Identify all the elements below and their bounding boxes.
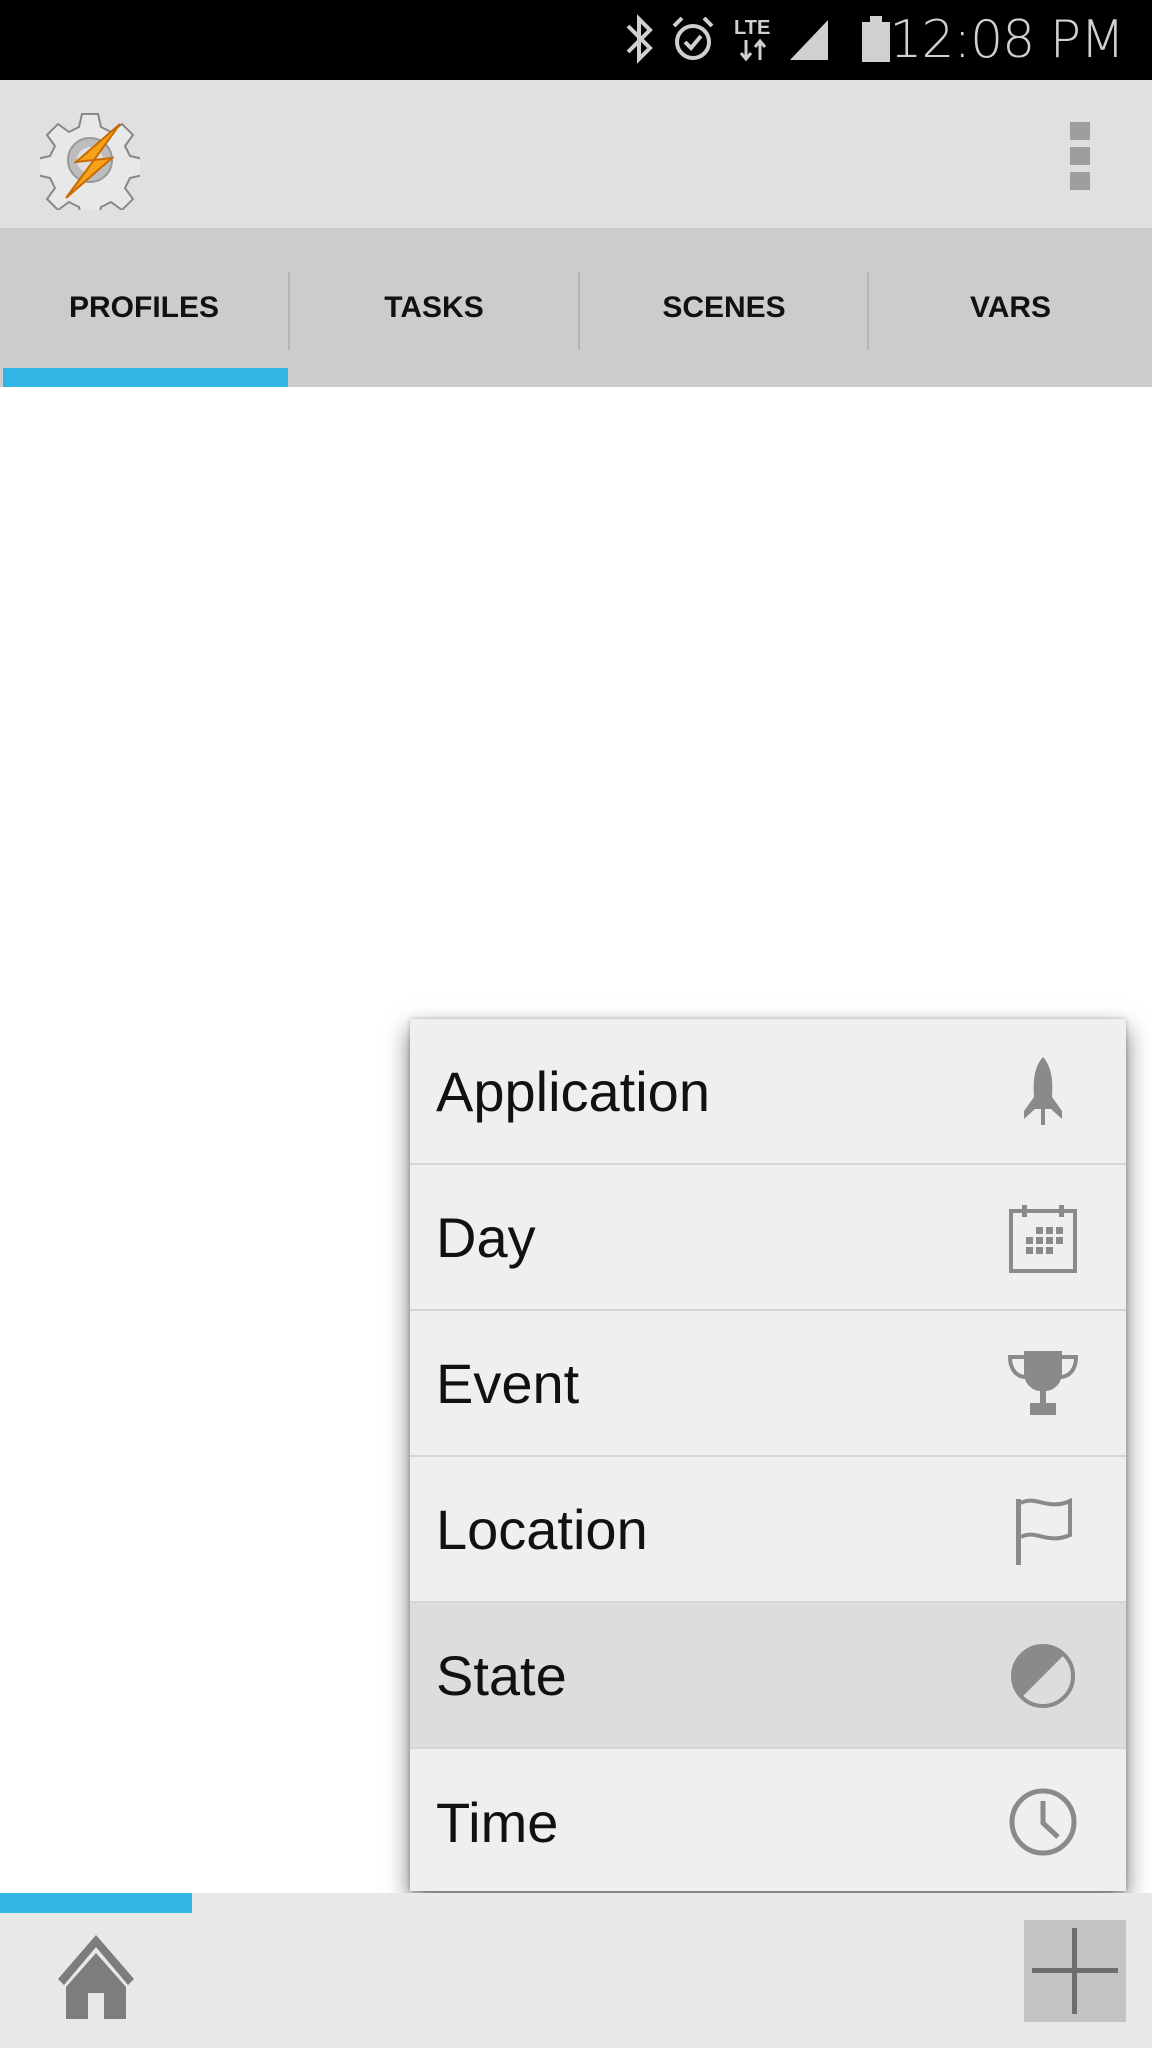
menu-item-time[interactable]: Time [410,1749,1126,1895]
menu-item-application[interactable]: Application [410,1019,1126,1165]
progress-indicator [0,1893,192,1913]
plus-icon [1032,1928,1118,2014]
tab-profiles[interactable]: PROFILES [0,228,288,387]
status-time: 12:08 PM [889,10,1125,70]
trophy-icon [1008,1351,1078,1415]
calendar-icon [1009,1205,1077,1273]
signal-icon [790,20,828,60]
bottom-bar [0,1893,1152,2048]
svg-text:LTE: LTE [734,17,770,39]
menu-item-state[interactable]: State [410,1603,1126,1749]
alarm-icon [672,16,714,60]
tab-label: TASKS [384,290,484,324]
battery-icon [862,16,890,62]
menu-item-label: State [436,1643,567,1707]
menu-item-label: Day [436,1205,536,1269]
tab-selected-indicator [3,368,288,387]
tab-label: PROFILES [68,290,219,324]
menu-item-label: Application [436,1059,710,1123]
tab-tasks[interactable]: TASKS [290,228,578,387]
half-circle-icon [1011,1644,1075,1708]
app-toolbar [0,80,1152,228]
status-bar: LTE 12:08 PM [0,0,1152,80]
tab-scenes[interactable]: SCENES [580,228,868,387]
tasker-logo [40,113,140,210]
add-profile-button[interactable] [1024,1920,1126,2022]
bluetooth-icon [626,14,653,64]
overflow-menu-button[interactable] [1070,122,1092,190]
menu-item-location[interactable]: Location [410,1457,1126,1603]
menu-item-event[interactable]: Event [410,1311,1126,1457]
flag-icon [1016,1497,1072,1565]
home-icon[interactable] [52,1935,140,2019]
clock-icon [1009,1788,1077,1856]
tab-vars[interactable]: VARS [869,228,1152,387]
menu-item-label: Time [436,1790,559,1854]
menu-item-label: Location [436,1497,648,1561]
rocket-icon [1024,1057,1062,1125]
lte-icon: LTE [734,17,770,62]
tab-label: VARS [969,290,1052,324]
tab-label: SCENES [662,290,786,324]
menu-item-day[interactable]: Day [410,1165,1126,1311]
profile-context-menu: Application Day Event Location State Tim… [410,1019,1126,1891]
tab-bar: PROFILES TASKS SCENES VARS [0,228,1152,387]
menu-item-label: Event [436,1351,580,1415]
